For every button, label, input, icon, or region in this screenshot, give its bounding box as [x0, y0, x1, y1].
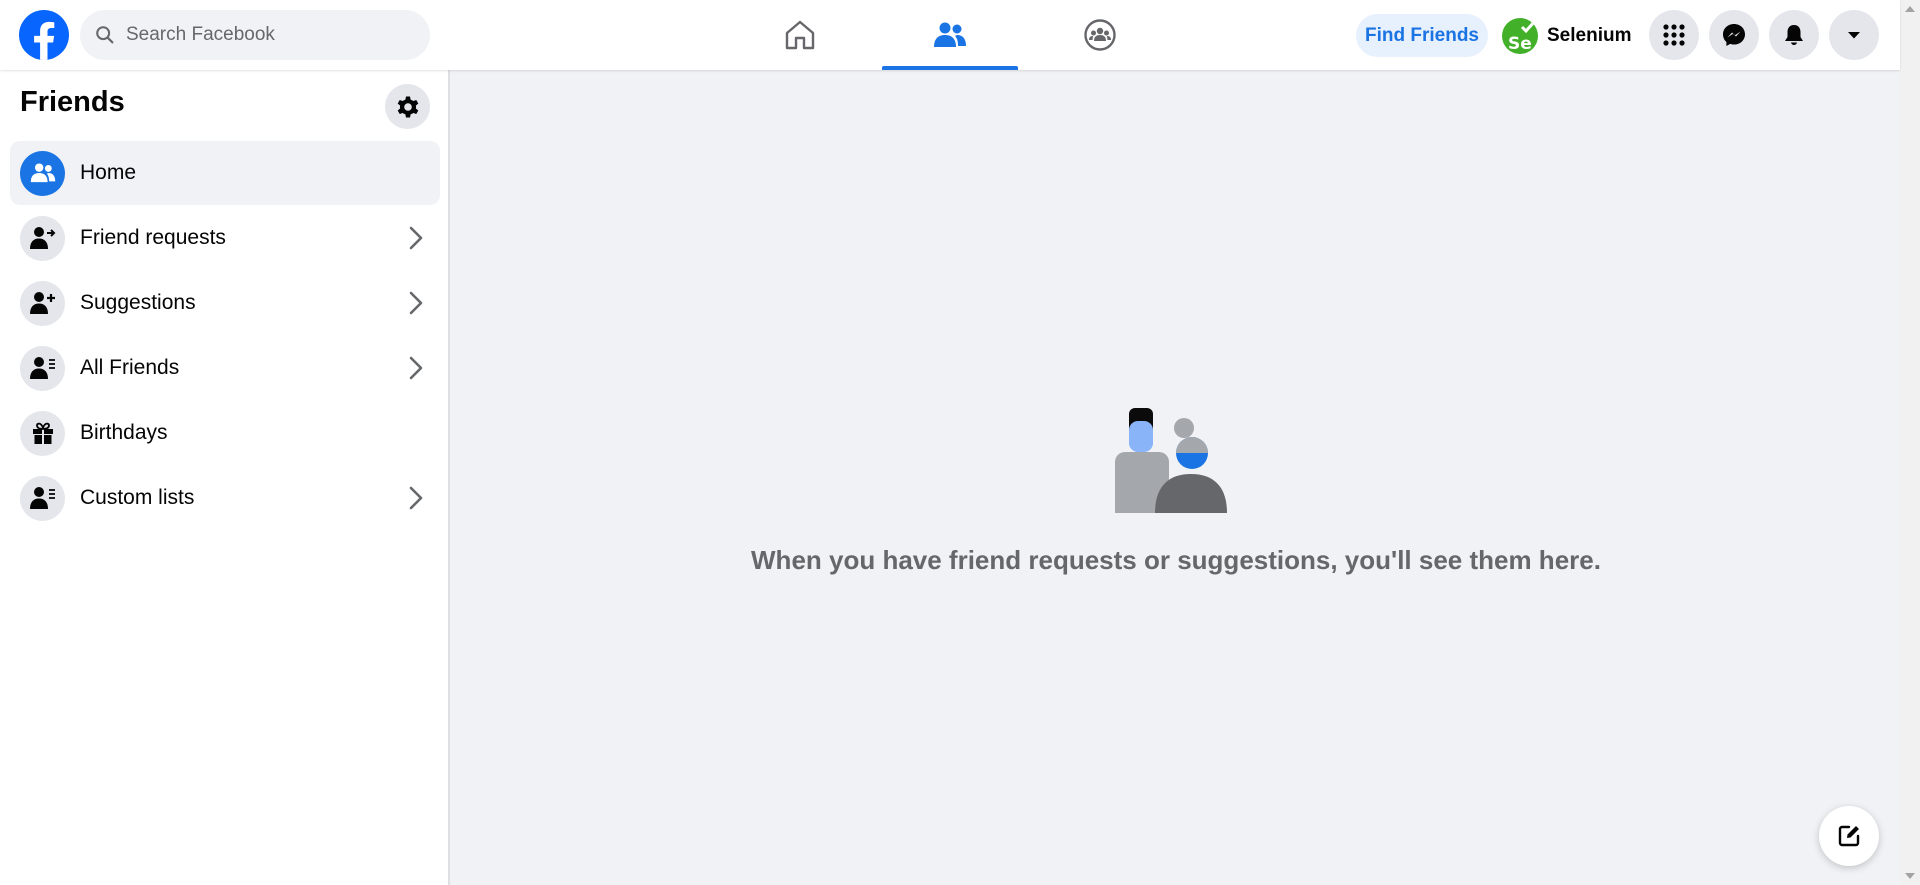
sidebar-item-suggestions[interactable]: Suggestions: [10, 271, 440, 335]
sidebar-item-home[interactable]: Home: [10, 141, 440, 205]
home-icon: [785, 20, 815, 50]
chevron-right-icon: [409, 226, 423, 250]
page-scrollbar[interactable]: [1900, 0, 1920, 885]
scroll-down-arrow-icon[interactable]: [1905, 873, 1915, 879]
sidebar-item-label: Friend requests: [80, 226, 226, 249]
menu-button[interactable]: [1649, 10, 1699, 60]
tab-groups[interactable]: [1032, 0, 1168, 70]
chevron-right-icon: [409, 356, 423, 380]
notifications-bell-icon: [1785, 25, 1803, 45]
friends-icon: [30, 163, 55, 183]
sidebar-item-friend-requests[interactable]: Friend requests: [10, 206, 440, 270]
sidebar-item-label: Birthdays: [80, 421, 168, 444]
profile-name: Selenium: [1547, 24, 1632, 46]
sidebar-item-all-friends[interactable]: All Friends: [10, 336, 440, 400]
account-caret-icon: [1848, 32, 1860, 39]
facebook-logo-icon[interactable]: [19, 10, 69, 60]
sidebar-item-label: Home: [80, 161, 137, 184]
scroll-up-arrow-icon[interactable]: [1905, 6, 1915, 12]
compose-icon: [1838, 825, 1860, 847]
chevron-right-icon: [409, 291, 423, 315]
friends-icon: [934, 22, 966, 47]
sidebar-item-home-icon-wrap: [20, 150, 65, 196]
page-title: Friends: [20, 86, 125, 118]
sidebar-item-birthdays[interactable]: Birthdays: [10, 401, 440, 465]
new-message-button[interactable]: [1819, 806, 1879, 866]
tab-friends[interactable]: [882, 0, 1018, 70]
sidebar-item-birthdays-icon-wrap: [20, 410, 65, 456]
search-input[interactable]: [126, 24, 406, 46]
empty-state-message: When you have friend requests or suggest…: [751, 545, 1601, 575]
sidebar-item-label: Suggestions: [80, 291, 196, 314]
profile-link[interactable]: Se Selenium: [1500, 14, 1639, 57]
friends-settings-button[interactable]: [385, 84, 430, 129]
messenger-icon: [1723, 24, 1745, 46]
friend-list-icon: [29, 357, 55, 379]
messenger-button[interactable]: [1709, 10, 1759, 60]
menu-grid-icon: [1663, 24, 1685, 46]
top-navigation-bar: Find Friends Se Selenium: [0, 0, 1900, 70]
sidebar-item-label: All Friends: [80, 356, 180, 379]
search-box[interactable]: [80, 10, 430, 60]
friends-empty-illustration: [1115, 408, 1227, 513]
friends-sidebar: Friends Home Friend requests Suggestions…: [0, 70, 450, 885]
avatar-text: Se: [1508, 34, 1532, 54]
gift-icon: [32, 422, 53, 444]
notifications-button[interactable]: [1769, 10, 1819, 60]
add-friend-icon: [29, 292, 55, 314]
chevron-right-icon: [409, 486, 423, 510]
gear-icon: [397, 96, 418, 117]
sidebar-item-label: Custom lists: [80, 486, 195, 509]
friend-list-icon: [29, 487, 55, 509]
find-friends-button[interactable]: Find Friends: [1356, 14, 1488, 57]
account-button[interactable]: [1829, 10, 1879, 60]
friend-request-icon: [29, 227, 55, 249]
tab-home[interactable]: [732, 0, 868, 70]
search-icon: [96, 26, 114, 44]
sidebar-item-suggestions-icon-wrap: [20, 280, 65, 326]
sidebar-item-custom-lists[interactable]: Custom lists: [10, 466, 440, 530]
avatar: Se: [1502, 17, 1538, 54]
groups-icon: [1084, 19, 1116, 51]
sidebar-item-all-friends-icon-wrap: [20, 345, 65, 391]
sidebar-item-friend-requests-icon-wrap: [20, 215, 65, 261]
sidebar-item-custom-lists-icon-wrap: [20, 475, 65, 521]
